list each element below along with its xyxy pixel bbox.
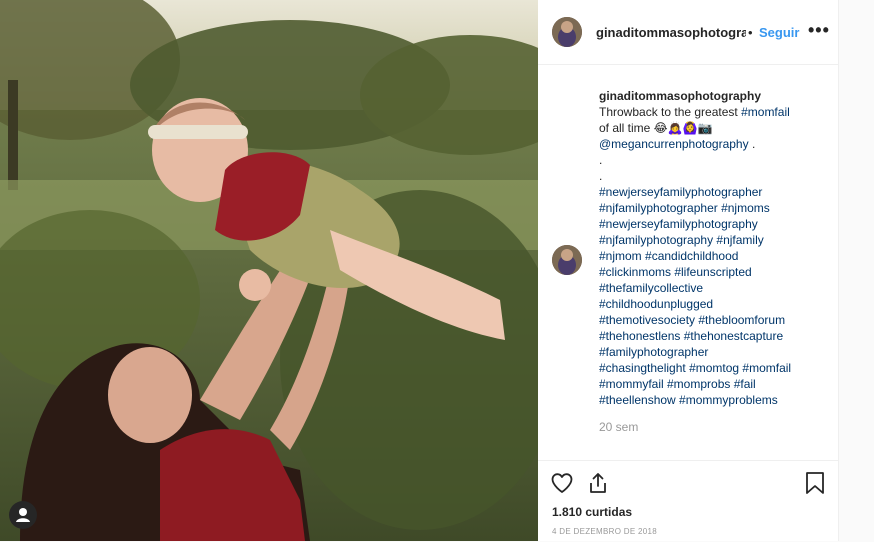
photo-image bbox=[0, 0, 538, 541]
post-actions: 1.810 curtidas 4 DE DEZEMBRO DE 2018 bbox=[538, 460, 838, 542]
hashtag-line[interactable]: #newjerseyfamilyphotographer bbox=[599, 184, 829, 200]
hashtag-line[interactable]: #familyphotographer bbox=[599, 344, 829, 360]
share-icon[interactable] bbox=[586, 471, 610, 500]
caption-avatar[interactable] bbox=[552, 245, 582, 275]
separator-dot: • bbox=[748, 25, 753, 40]
hashtag-line[interactable]: #mommyfail #momprobs #fail bbox=[599, 376, 829, 392]
more-options-icon[interactable]: ••• bbox=[808, 20, 830, 41]
follow-button[interactable]: Seguir bbox=[759, 25, 799, 40]
caption-time[interactable]: 20 sem bbox=[599, 420, 638, 434]
likes-count[interactable]: 1.810 curtidas bbox=[552, 505, 632, 519]
caption-username[interactable]: ginaditommasophotography bbox=[599, 88, 829, 104]
hashtag-line[interactable]: #childhoodunplugged bbox=[599, 296, 829, 312]
post-photo[interactable] bbox=[0, 0, 538, 541]
hashtag-line[interactable]: #themotivesociety #thebloomforum bbox=[599, 312, 829, 328]
header-username[interactable]: ginaditommasophotograp bbox=[596, 25, 746, 40]
hashtag-line[interactable]: #njfamilyphotography #njfamily bbox=[599, 232, 829, 248]
caption-dot: . bbox=[599, 153, 603, 167]
caption-line-3: @megancurrenphotography . bbox=[599, 136, 829, 152]
post-caption: ginaditommasophotography Throwback to th… bbox=[599, 88, 829, 408]
hashtag-line[interactable]: #thehonestlens #thehonestcapture bbox=[599, 328, 829, 344]
hashtag-line[interactable]: #chasingthelight #momtog #momfail bbox=[599, 360, 829, 376]
hashtag-line[interactable]: #njmom #candidchildhood bbox=[599, 248, 829, 264]
hashtag-line[interactable]: #newjerseyfamilyphotography bbox=[599, 216, 829, 232]
mention-link[interactable]: @megancurrenphotography bbox=[599, 137, 749, 151]
hashtag-line[interactable]: #clickinmoms #lifeunscripted bbox=[599, 264, 829, 280]
post-date: 4 DE DEZEMBRO DE 2018 bbox=[552, 527, 657, 536]
hashtag-line[interactable]: #thefamilycollective bbox=[599, 280, 829, 296]
post-header: ginaditommasophotograp • Seguir ••• bbox=[538, 0, 838, 65]
caption-line-2: of all time 😂🙇‍♀️🙆‍♀️📷 bbox=[599, 121, 713, 135]
caption-dot: . bbox=[599, 169, 603, 183]
caption-line-1: Throwback to the greatest #momfail bbox=[599, 104, 829, 120]
hashtag-line[interactable]: #njfamilyphotographer #njmoms bbox=[599, 200, 829, 216]
avatar[interactable] bbox=[552, 17, 582, 47]
hashtag-line[interactable]: #theellenshow #mommyproblems bbox=[599, 392, 829, 408]
user-tag-icon[interactable] bbox=[9, 501, 37, 529]
caption-text-1: Throwback to the greatest bbox=[599, 105, 738, 119]
mention-tail: . bbox=[748, 137, 756, 151]
hashtag-link[interactable]: #momfail bbox=[741, 105, 790, 119]
post-side-panel: ginaditommasophotograp • Seguir ••• gina… bbox=[538, 0, 839, 541]
heart-icon[interactable] bbox=[550, 471, 574, 500]
bookmark-icon[interactable] bbox=[804, 471, 826, 500]
